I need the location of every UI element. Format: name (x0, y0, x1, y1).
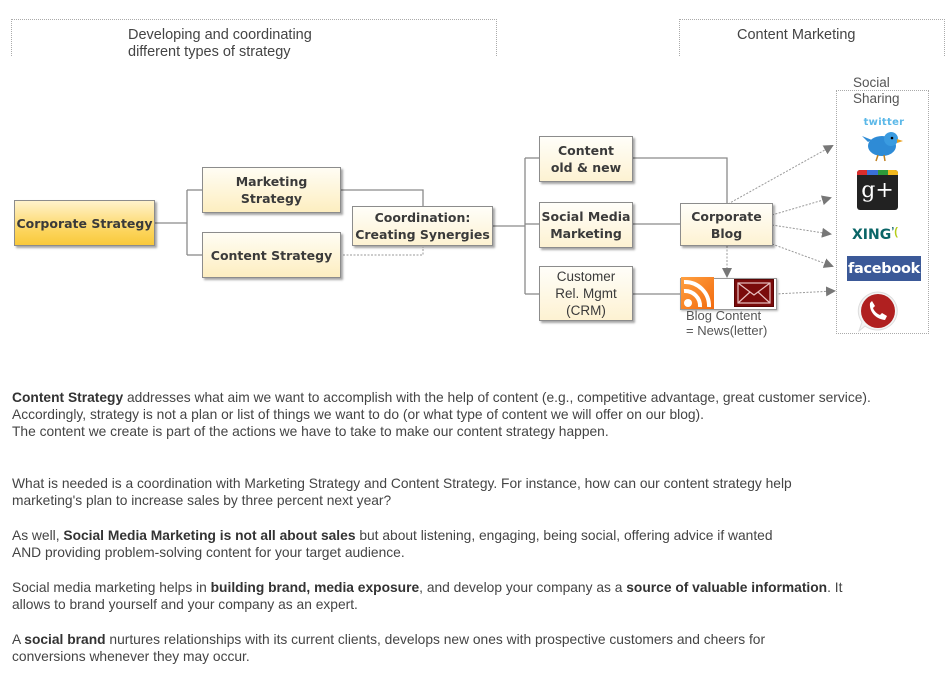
phone-icon[interactable] (855, 289, 901, 333)
paragraph-coordination: What is needed is a coordination with Ma… (12, 475, 827, 509)
paragraph-content-strategy: Content Strategy addresses what aim we w… (12, 389, 892, 440)
paragraph-4-bold: building brand, media exposure (210, 580, 420, 595)
header-left-label: Developing and coordinating different ty… (128, 27, 312, 60)
node-marketing-strategy[interactable]: Marketing Strategy (202, 167, 341, 213)
node-content-strategy-label: Content Strategy (210, 247, 333, 263)
node-crm[interactable]: Customer Rel. Mgmt (CRM) (539, 266, 633, 321)
arrow-blog-to-facebook (771, 243, 834, 268)
paragraph-social-brand: A social brand nurtures relationships wi… (12, 631, 822, 665)
rss-icon (681, 277, 714, 309)
node-content-old-new[interactable]: Content old & new (539, 136, 633, 182)
paragraph-3-pre: As well, (12, 528, 64, 543)
node-corporate-strategy[interactable]: Corporate Strategy (14, 200, 155, 246)
xing-icon[interactable]: XINGʼ( (852, 226, 912, 246)
node-social-media-marketing-label: Social Media Marketing (541, 209, 631, 241)
node-corporate-strategy-label: Corporate Strategy (16, 215, 153, 231)
paragraph-2-text: What is needed is a coordination with Ma… (12, 476, 792, 508)
paragraph-4-mid: , and develop your company as a (419, 580, 627, 595)
paragraph-5-bold: social brand (24, 632, 106, 647)
paragraph-3-bold: Social Media Marketing is not all about … (63, 528, 356, 543)
arrow-blog-to-gplus (771, 195, 832, 216)
twitter-icon[interactable]: twitter (858, 117, 910, 165)
node-social-media-marketing[interactable]: Social Media Marketing (539, 202, 633, 248)
paragraph-5-pre: A (12, 632, 25, 647)
node-content-old-new-label: Content old & new (550, 143, 622, 175)
google-plus-icon[interactable]: g+ (857, 170, 898, 210)
node-corporate-blog-label: Corporate Blog (691, 208, 762, 241)
connector-content-to-blog (633, 157, 728, 203)
paragraph-1-bold: Content Strategy (12, 390, 124, 405)
paragraph-brand-building: Social media marketing helps in building… (12, 579, 872, 613)
node-content-strategy[interactable]: Content Strategy (202, 232, 341, 278)
header-right-label: Content Marketing (737, 27, 856, 43)
arrow-newsletter-to-phone (774, 286, 836, 297)
node-marketing-strategy-label: Marketing Strategy (235, 174, 308, 206)
paragraph-1-text: addresses what aim we want to accomplish… (12, 390, 871, 422)
paragraph-1-line2: The content we create is part of the act… (12, 424, 609, 439)
paragraph-social-media-marketing: As well, Social Media Marketing is not a… (12, 527, 782, 561)
twitter-wordmark: twitter (863, 117, 905, 128)
facebook-wordmark: facebook (847, 260, 921, 277)
connector-content-strategy-to-coordination (343, 247, 424, 256)
google-plus-glyph: g+ (861, 178, 894, 203)
mail-icon (734, 279, 774, 307)
arrow-blog-to-twitter (727, 145, 834, 205)
paragraph-5-text: nurtures relationships with its current … (12, 632, 766, 664)
blog-content-label: Blog Content = News(letter) (686, 308, 768, 338)
arrow-blog-to-xing (771, 224, 832, 238)
paragraph-4-bold2: source of valuable information (626, 580, 828, 595)
paragraph-4-pre: Social media marketing helps in (12, 580, 211, 595)
xing-wordmark: XING (852, 227, 892, 243)
node-coordination-label: Coordination: Creating Synergies (355, 210, 490, 242)
node-crm-label: Customer Rel. Mgmt (CRM) (555, 269, 617, 318)
facebook-icon[interactable]: facebook (847, 256, 921, 281)
node-corporate-blog[interactable]: Corporate Blog (680, 203, 773, 246)
node-coordination[interactable]: Coordination: Creating Synergies (352, 206, 493, 246)
connector-marketing-to-coordination (340, 189, 424, 206)
